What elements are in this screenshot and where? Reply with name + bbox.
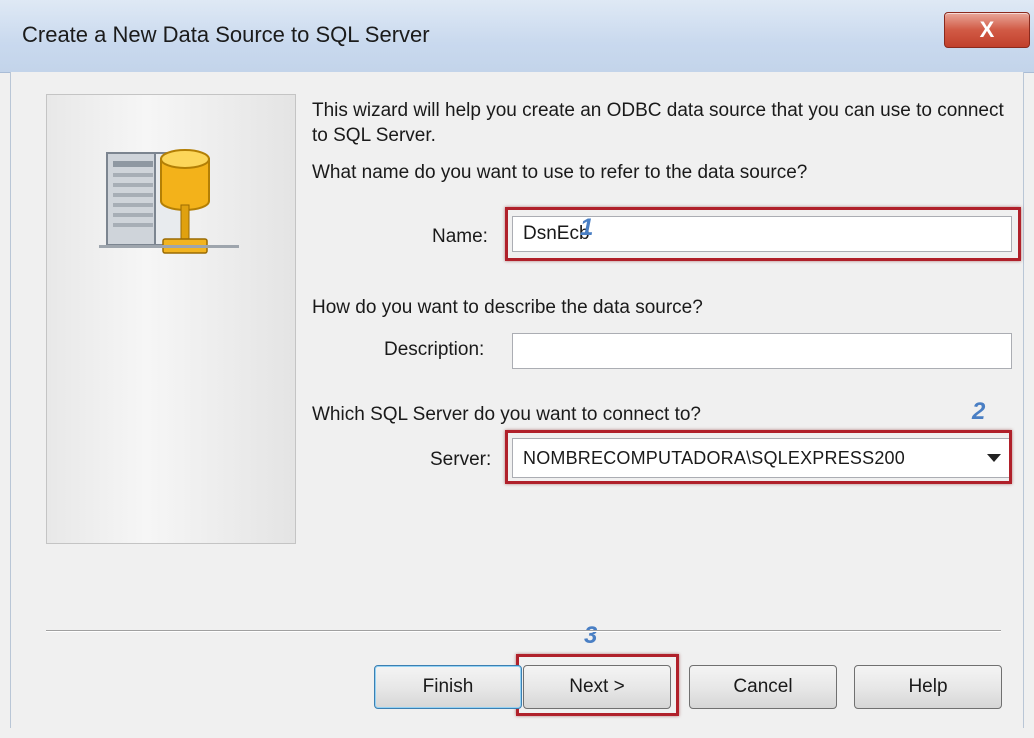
dialog-window: Create a New Data Source to SQL Server X… [0, 0, 1034, 738]
wizard-intro-text: This wizard will help you create an ODBC… [312, 100, 1004, 146]
description-label: Description: [384, 339, 485, 360]
name-label: Name: [432, 226, 488, 247]
description-input[interactable] [512, 333, 1012, 369]
server-question: Which SQL Server do you want to connect … [312, 404, 701, 425]
highlight-box-server [505, 430, 1012, 484]
help-button[interactable]: Help [854, 665, 1002, 709]
step-number-2: 2 [972, 398, 986, 425]
window-title: Create a New Data Source to SQL Server [22, 22, 430, 47]
finish-button[interactable]: Finish [374, 665, 522, 709]
step-number-3: 3 [584, 622, 598, 649]
close-button[interactable]: X [944, 12, 1030, 48]
button-separator [46, 630, 1001, 632]
wizard-side-panel [46, 94, 296, 544]
name-question: What name do you want to use to refer to… [312, 162, 808, 183]
close-icon: X [979, 17, 995, 42]
database-server-icon [99, 149, 239, 254]
cancel-button[interactable]: Cancel [689, 665, 837, 709]
description-question: How do you want to describe the data sou… [312, 297, 703, 318]
step-number-1: 1 [580, 214, 594, 241]
next-button[interactable]: Next > [523, 665, 671, 709]
title-bar[interactable]: Create a New Data Source to SQL Server X [0, 0, 1034, 73]
server-label: Server: [430, 449, 492, 470]
